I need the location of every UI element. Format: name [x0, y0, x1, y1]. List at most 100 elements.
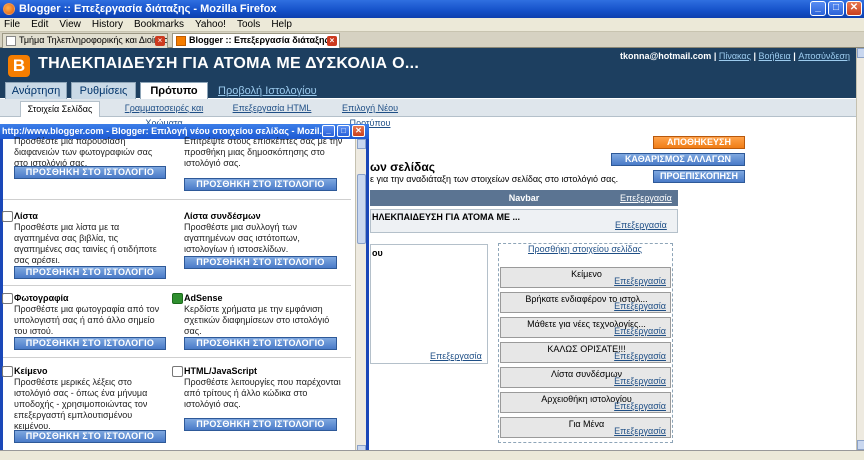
close-button[interactable]: ✕ — [846, 1, 862, 16]
gadget-link-list[interactable]: Λίστα συνδέσμων Επεξεργασία — [500, 367, 671, 388]
window-title-bar: Blogger :: Επεξεργασία διάταξης - Mozill… — [0, 0, 864, 18]
add-link-list-button[interactable]: ΠΡΟΣΘΗΚΗ ΣΤΟ ΙΣΤΟΛΟΓΙΟ — [184, 256, 337, 269]
picture-icon — [2, 293, 13, 304]
gadget-welcome[interactable]: ΚΑΛΩΣ ΟΡΙΣΑΤΕ!!! Επεξεργασία — [500, 342, 671, 363]
popup-close-button[interactable]: ✕ — [352, 125, 365, 137]
tab-posting[interactable]: Ανάρτηση — [5, 82, 67, 99]
add-text-button[interactable]: ΠΡΟΣΘΗΚΗ ΣΤΟ ΙΣΤΟΛΟΓΙΟ — [14, 430, 166, 443]
item-description: Προσθέστε λειτουργίες που παρέχονται από… — [184, 377, 341, 409]
item-description: Κερδίστε χρήματα με την εμφάνιση σχετικώ… — [184, 304, 330, 336]
popup-item-slideshow: Προσθέστε μια παρουσίαση διαφανειών των … — [14, 136, 164, 169]
add-html-button[interactable]: ΠΡΟΣΘΗΚΗ ΣΤΟ ΙΣΤΟΛΟΓΙΟ — [184, 418, 337, 431]
list-icon — [2, 211, 13, 222]
gadget-blog-archive[interactable]: Αρχειοθήκη ιστολογίου Επεξεργασία — [500, 392, 671, 413]
row-divider — [3, 285, 351, 286]
subtab-pick-template[interactable]: Επιλογή Νέου Προτύπου — [322, 101, 418, 128]
help-link[interactable]: Βοήθεια — [759, 51, 791, 61]
add-adsense-button[interactable]: ΠΡΟΣΘΗΚΗ ΣΤΟ ΙΣΤΟΛΟΓΙΟ — [184, 337, 337, 350]
add-page-element-link[interactable]: Προσθήκη στοιχείου σελίδας — [500, 244, 670, 254]
preview-button[interactable]: ΠΡΟΕΠΙΣΚΟΠΗΣΗ — [653, 170, 745, 183]
row-divider — [3, 357, 351, 358]
browser-tab-bar: Τμήμα Τηλεπληροφορικής και Διοίκησ... × … — [0, 32, 864, 48]
gadget-edit-link[interactable]: Επεξεργασία — [614, 326, 666, 336]
gadget-edit-link[interactable]: Επεξεργασία — [614, 401, 666, 411]
item-description: Επιτρέψτε στους επισκέπτες σας με την πρ… — [184, 136, 343, 168]
gadget-edit-link[interactable]: Επεξεργασία — [614, 426, 666, 436]
tab-settings[interactable]: Ρυθμίσεις — [71, 82, 136, 99]
gadget-technology[interactable]: Μάθετε για νέες τεχνολογίες... Επεξεργασ… — [500, 317, 671, 338]
tab-label: Blogger :: Επεξεργασία διάταξης — [189, 35, 330, 45]
item-title: Κείμενο — [14, 366, 48, 376]
blog-title: ΤΗΛΕΚΠΑΙΔΕΥΣΗ ΓΙΑ ΑΤΟΜΑ ΜΕ ΔΥΣΚΟΛΙΑ Ο... — [38, 55, 420, 72]
html-javascript-icon — [172, 366, 183, 377]
tab-close-icon[interactable]: × — [155, 36, 165, 46]
popup-item-poll: Επιτρέψτε στους επισκέπτες σας με την πρ… — [184, 136, 344, 169]
item-description: Προσθέστε μια φωτογραφία από τον υπολογι… — [14, 304, 160, 336]
gadget-edit-link[interactable]: Επεξεργασία — [614, 301, 666, 311]
popup-item-list: Λίστα Προσθέστε μια λίστα με τα αγαπημέν… — [14, 211, 164, 266]
minimize-button[interactable]: _ — [810, 1, 826, 16]
subtab-fonts-colors[interactable]: Γραμματοσειρές και Χρώματα — [105, 101, 223, 128]
navbar-edit-link[interactable]: Επεξεργασία — [620, 193, 672, 203]
add-picture-button[interactable]: ΠΡΟΣΘΗΚΗ ΣΤΟ ΙΣΤΟΛΟΓΙΟ — [14, 337, 166, 350]
menu-bookmarks[interactable]: Bookmarks — [134, 19, 184, 30]
menu-file[interactable]: File — [4, 19, 20, 30]
tab-template[interactable]: Πρότυπο — [140, 82, 208, 100]
subtab-edit-html[interactable]: Επεξεργασία HTML — [232, 101, 312, 117]
add-slideshow-button[interactable]: ΠΡΟΣΘΗΚΗ ΣΤΟ ΙΣΤΟΛΟΓΙΟ — [14, 166, 166, 179]
browser-tab-2[interactable]: Blogger :: Επεξεργασία διάταξης × — [172, 33, 340, 48]
save-button[interactable]: ΑΠΟΘΗΚΕΥΣΗ — [653, 136, 745, 149]
menu-history[interactable]: History — [92, 19, 123, 30]
adsense-icon — [172, 293, 183, 304]
item-description: Προσθέστε μια συλλογή των αγαπημένων σας… — [184, 222, 300, 254]
gadget-edit-link[interactable]: Επεξεργασία — [614, 276, 666, 286]
popup-scrollbar[interactable] — [355, 139, 366, 455]
add-poll-button[interactable]: ΠΡΟΣΘΗΚΗ ΣΤΟ ΙΣΤΟΛΟΓΙΟ — [184, 178, 337, 191]
scroll-thumb[interactable] — [357, 174, 366, 244]
gadget-text[interactable]: Κείμενο Επεξεργασία — [500, 267, 671, 288]
item-title: Λίστα — [14, 211, 38, 221]
posts-edit-link[interactable]: Επεξεργασία — [430, 351, 482, 361]
browser-tab-1[interactable]: Τμήμα Τηλεπληροφορικής και Διοίκησ... × — [2, 33, 168, 48]
dashboard-link[interactable]: Πίνακας — [719, 51, 751, 61]
posts-title: ου — [372, 248, 383, 258]
menu-help[interactable]: Help — [271, 19, 292, 30]
posts-element — [370, 244, 488, 364]
window-title: Blogger :: Επεξεργασία διάταξης - Mozill… — [19, 3, 277, 15]
layout-heading: ων σελίδας — [370, 160, 435, 174]
add-list-button[interactable]: ΠΡΟΣΘΗΚΗ ΣΤΟ ΙΣΤΟΛΟΓΙΟ — [14, 266, 166, 279]
scroll-up-icon[interactable] — [857, 48, 864, 58]
item-description: Προσθέστε μια λίστα με τα αγαπημένα σας … — [14, 222, 157, 265]
menu-bar: File Edit View History Bookmarks Yahoo! … — [0, 18, 864, 32]
blogger-favicon-icon — [176, 36, 186, 46]
text-icon — [2, 366, 13, 377]
item-title: HTML/JavaScript — [184, 366, 258, 376]
gadget-edit-link[interactable]: Επεξεργασία — [614, 376, 666, 386]
page-scrollbar[interactable] — [856, 48, 864, 450]
item-description: Προσθέστε μια παρουσίαση διαφανειών των … — [14, 136, 153, 168]
popup-item-link-list: Λίστα συνδέσμων Προσθέστε μια συλλογή τω… — [184, 211, 344, 255]
tab-close-icon[interactable]: × — [327, 36, 337, 46]
menu-edit[interactable]: Edit — [31, 19, 48, 30]
menu-tools[interactable]: Tools — [237, 19, 260, 30]
scroll-down-icon[interactable] — [857, 440, 864, 450]
item-title: Λίστα συνδέσμων — [184, 211, 261, 221]
header-edit-link[interactable]: Επεξεργασία — [615, 220, 667, 230]
tab-label: Τμήμα Τηλεπληροφορικής και Διοίκησ... — [19, 35, 168, 45]
subtab-page-elements[interactable]: Στοιχεία Σελίδας — [20, 101, 100, 117]
menu-view[interactable]: View — [59, 19, 81, 30]
gadget-edit-link[interactable]: Επεξεργασία — [614, 351, 666, 361]
gadget-poll[interactable]: Βρήκατε ενδιαφέρον το ιστολ... Επεξεργασ… — [500, 292, 671, 313]
clear-edits-button[interactable]: ΚΑΘΑΡΙΣΜΟΣ ΑΛΛΑΓΩΝ — [611, 153, 745, 166]
maximize-button[interactable]: □ — [828, 1, 844, 16]
view-blog-link[interactable]: Προβολή Ιστολογίου — [218, 85, 317, 97]
header-title: ΗΛΕΚΠΑΙΔΕΥΣΗ ΓΙΑ ΑΤΟΜΑ ΜΕ ... — [372, 212, 521, 222]
sign-out-link[interactable]: Αποσύνδεση — [798, 51, 850, 61]
popup-title: http://www.blogger.com - Blogger: Επιλογ… — [2, 126, 327, 136]
menu-yahoo[interactable]: Yahoo! — [195, 19, 226, 30]
blogger-logo-icon[interactable]: B — [8, 55, 30, 77]
status-bar — [0, 450, 864, 460]
popup-item-text: Κείμενο Προσθέστε μερικές λέξεις στο ιστ… — [14, 366, 164, 432]
gadget-about-me[interactable]: Για Μένα Επεξεργασία — [500, 417, 671, 438]
scroll-up-icon[interactable] — [357, 139, 366, 149]
